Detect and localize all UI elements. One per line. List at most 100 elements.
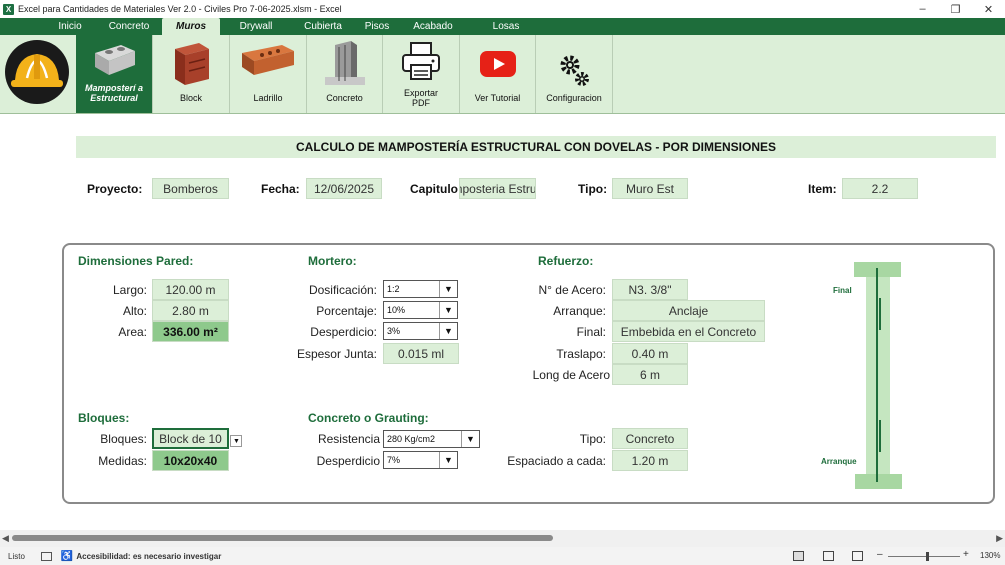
macro-recording-icon[interactable] xyxy=(40,551,52,561)
desperdicio-mortero-dropdown[interactable]: 3% ▼ xyxy=(383,322,458,340)
printer-icon xyxy=(401,41,441,83)
tipo-label: Tipo: xyxy=(578,182,608,196)
chevron-down-icon[interactable]: ▼ xyxy=(439,302,457,318)
zoom-slider-thumb[interactable] xyxy=(926,552,929,561)
acero-cell[interactable]: N3. 3/8" xyxy=(612,279,688,300)
resistencia-value: 280 Kg/cm2 xyxy=(387,434,436,444)
concreto-button[interactable]: Concreto xyxy=(307,35,383,113)
configuracion-button[interactable]: Configuracion xyxy=(536,35,613,113)
page-break-icon[interactable] xyxy=(852,551,863,561)
capitulo-cell[interactable]: mposteria Estruc xyxy=(459,178,536,199)
tab-inicio[interactable]: Inicio xyxy=(52,18,88,35)
block-label: Block xyxy=(179,93,202,103)
alto-label: Alto: xyxy=(122,304,147,318)
bloques-cell[interactable]: Block de 10 xyxy=(152,428,229,449)
worksheet[interactable]: CALCULO DE MAMPOSTERÍA ESTRUCTURAL CON D… xyxy=(0,115,1005,530)
largo-cell[interactable]: 120.00 m xyxy=(152,279,229,300)
normal-view-icon[interactable] xyxy=(793,551,804,561)
alto-cell[interactable]: 2.80 m xyxy=(152,300,229,321)
final-label: Final: xyxy=(576,325,606,339)
porcentaje-label: Porcentaje: xyxy=(316,304,377,318)
arranque-cell[interactable]: Anclaje xyxy=(612,300,765,321)
chevron-down-icon[interactable]: ▼ xyxy=(439,323,457,339)
final-diagram-label: Final xyxy=(833,286,852,295)
fecha-cell[interactable]: 12/06/2025 xyxy=(306,178,382,199)
porcentaje-dropdown[interactable]: 10% ▼ xyxy=(383,301,458,319)
close-button[interactable]: ✕ xyxy=(972,0,1005,18)
arranque-diagram-label: Arranque xyxy=(821,457,857,466)
tab-losas[interactable]: Losas xyxy=(488,18,524,35)
espesor-junta-cell[interactable]: 0.015 ml xyxy=(383,343,459,364)
brick-block-icon xyxy=(169,41,213,89)
tab-acabado[interactable]: Acabado xyxy=(410,18,456,35)
ver-tutorial-button[interactable]: Ver Tutorial xyxy=(460,35,536,113)
youtube-icon xyxy=(479,51,516,79)
minimize-button[interactable]: – xyxy=(906,0,939,18)
bloques-dropdown-button[interactable]: ▼ xyxy=(230,435,242,447)
zoom-in-icon[interactable]: + xyxy=(963,549,969,560)
tab-concreto[interactable]: Concreto xyxy=(104,18,154,35)
scrollbar-thumb[interactable] xyxy=(12,535,553,541)
mamposteria-label: Mamposterí a Estructural xyxy=(84,83,144,103)
long-acero-label: Long de Acero xyxy=(532,368,610,382)
bloques-heading: Bloques: xyxy=(78,411,130,425)
resistencia-dropdown[interactable]: 280 Kg/cm2 ▼ xyxy=(383,430,480,448)
status-bar: Listo ♿ Accesibilidad: es necesario inve… xyxy=(0,547,1005,565)
chevron-down-icon[interactable]: ▼ xyxy=(439,281,457,297)
concrete-wall-icon xyxy=(323,41,367,89)
block-button[interactable]: Block xyxy=(153,35,230,113)
desperdicio-grauting-value: 7% xyxy=(387,455,401,465)
tipo-grauting-cell[interactable]: Concreto xyxy=(612,428,688,449)
ready-status: Listo xyxy=(8,551,25,561)
tutorial-label: Ver Tutorial xyxy=(474,93,521,103)
mortero-heading: Mortero: xyxy=(308,254,357,268)
tipo-cell[interactable]: Muro Est xyxy=(612,178,688,199)
ladrillo-label: Ladrillo xyxy=(253,93,283,103)
dosificacion-dropdown[interactable]: 1:2 ▼ xyxy=(383,280,458,298)
mamposteria-estructural-button[interactable]: Mamposterí a Estructural xyxy=(76,35,153,113)
medidas-cell[interactable]: 10x20x40 xyxy=(152,450,229,471)
accessibility-status[interactable]: Accesibilidad: es necesario investigar xyxy=(76,552,221,561)
espaciado-label: Espaciado a cada: xyxy=(507,454,606,468)
final-cell[interactable]: Embebida en el Concreto xyxy=(612,321,765,342)
chevron-down-icon[interactable]: ▼ xyxy=(461,431,479,447)
area-cell[interactable]: 336.00 m² xyxy=(152,321,229,342)
espesor-junta-label: Espesor Junta: xyxy=(296,347,377,361)
zoom-level[interactable]: 130% xyxy=(980,551,1000,560)
long-acero-cell[interactable]: 6 m xyxy=(612,364,688,385)
page-layout-icon[interactable] xyxy=(823,551,834,561)
tab-pisos[interactable]: Pisos xyxy=(360,18,394,35)
acero-label: N° de Acero: xyxy=(538,283,607,297)
zoom-slider[interactable] xyxy=(888,556,960,557)
config-label: Configuracion xyxy=(546,93,602,103)
item-label: Item: xyxy=(808,182,837,196)
zoom-out-icon[interactable]: – xyxy=(877,549,883,560)
tipo-grauting-label: Tipo: xyxy=(579,432,606,446)
espaciado-cell[interactable]: 1.20 m xyxy=(612,450,688,471)
item-cell[interactable]: 2.2 xyxy=(842,178,918,199)
area-label: Area: xyxy=(118,325,147,339)
scroll-right-icon[interactable]: ▶ xyxy=(996,533,1003,544)
scroll-left-icon[interactable]: ◀ xyxy=(2,533,9,544)
accessibility-icon[interactable]: ♿ xyxy=(61,551,73,562)
brick-wall-icon xyxy=(240,41,296,81)
concreto-label: Concreto xyxy=(326,93,363,103)
proyecto-cell[interactable]: Bomberos xyxy=(152,178,229,199)
medidas-label: Medidas: xyxy=(98,454,147,468)
dimensiones-heading: Dimensiones Pared: xyxy=(78,254,194,268)
tab-muros[interactable]: Muros xyxy=(162,18,220,35)
dosificacion-value: 1:2 xyxy=(387,284,400,294)
largo-label: Largo: xyxy=(112,283,147,297)
desperdicio-grauting-dropdown[interactable]: 7% ▼ xyxy=(383,451,458,469)
desperdicio-mortero-label: Desperdicio: xyxy=(310,325,377,339)
restore-button[interactable]: ❐ xyxy=(939,0,972,18)
title-bar: X Excel para Cantidades de Materiales Ve… xyxy=(0,0,1005,18)
exportar-pdf-button[interactable]: Exportar PDF xyxy=(383,35,460,113)
tab-drywall[interactable]: Drywall xyxy=(233,18,279,35)
page-title: CALCULO DE MAMPOSTERÍA ESTRUCTURAL CON D… xyxy=(76,136,996,158)
chevron-down-icon[interactable]: ▼ xyxy=(439,452,457,468)
horizontal-scrollbar[interactable]: ◀ ▶ xyxy=(0,530,1005,547)
traslapo-cell[interactable]: 0.40 m xyxy=(612,343,688,364)
ladrillo-button[interactable]: Ladrillo xyxy=(230,35,307,113)
tab-cubierta[interactable]: Cubierta xyxy=(298,18,348,35)
